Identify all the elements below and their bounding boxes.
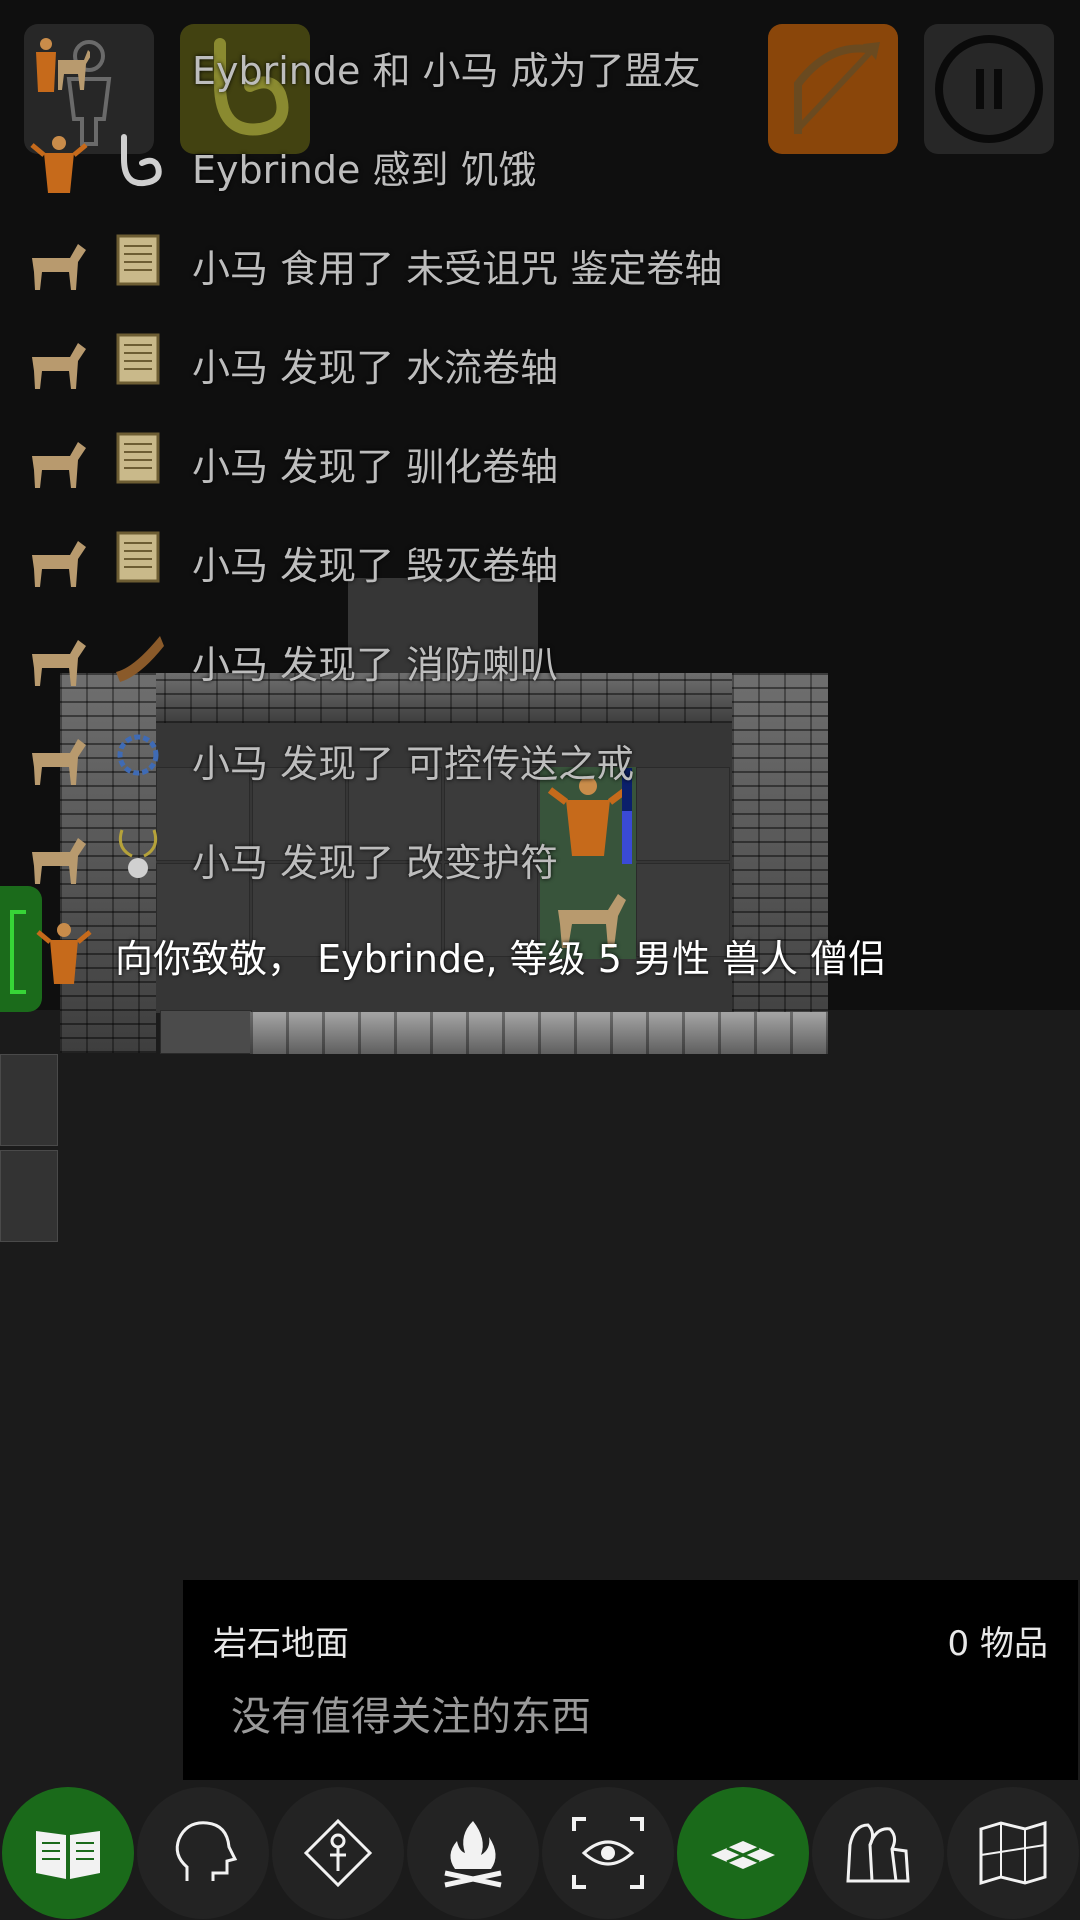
pony-icon (32, 442, 86, 488)
log-message: Eybrinde 和 小马 成为了盟友 (0, 12, 1080, 111)
room-wall-bottom (250, 1012, 828, 1054)
log-message: 小马 发现了 水流卷轴 (0, 309, 1080, 408)
doorway-tile[interactable] (160, 1010, 252, 1054)
monk-and-pony-icon (36, 38, 90, 92)
pony-icon (32, 739, 86, 785)
tile-name: 岩石地面 (213, 1624, 349, 1664)
chat-button[interactable] (137, 1787, 269, 1919)
pony-icon (32, 343, 86, 389)
left-floor-tile[interactable] (0, 1054, 58, 1146)
greeting-text: 向你致敬， Eybrinde, 等级 5 男性 兽人 僧侣 (115, 937, 887, 981)
log-message-text: 小马 发现了 毁灭卷轴 (192, 544, 559, 588)
journal-button[interactable] (2, 1787, 134, 1919)
pony-icon (32, 244, 86, 290)
floor-button[interactable] (677, 1787, 809, 1919)
log-greeting: 向你致敬， Eybrinde, 等级 5 男性 兽人 僧侣 (0, 900, 1080, 1000)
pray-button[interactable] (272, 1787, 404, 1919)
pony-icon (32, 640, 86, 686)
inventory-bags-icon (846, 1823, 910, 1883)
tile-description: 没有值得关注的东西 (231, 1694, 591, 1740)
left-floor-tile[interactable] (0, 1150, 58, 1242)
ring-icon (117, 734, 159, 776)
log-message-text: Eybrinde 和 小马 成为了盟友 (192, 49, 701, 93)
pony-icon (32, 838, 86, 884)
item-count: 0 物品 (947, 1624, 1048, 1664)
bottom-toolbar (0, 1785, 1080, 1920)
map-icon (979, 1820, 1047, 1886)
scroll-icon (116, 432, 160, 484)
head-icon (175, 1821, 238, 1881)
floor-tiles-icon (711, 1841, 775, 1869)
log-message-text: 小马 食用了 未受诅咒 鉴定卷轴 (192, 247, 723, 291)
log-message: 小马 发现了 消防喇叭 (0, 606, 1080, 705)
log-message-text: 小马 发现了 消防喇叭 (192, 643, 559, 687)
stomach-icon (121, 134, 162, 187)
log-message: 小马 食用了 未受诅咒 鉴定卷轴 (0, 210, 1080, 309)
log-message-text: 小马 发现了 驯化卷轴 (192, 445, 559, 489)
monk-icon (30, 136, 88, 193)
campfire-icon (444, 1821, 502, 1888)
log-message-text: 小马 发现了 改变护符 (192, 841, 559, 885)
horn-icon (116, 636, 164, 682)
scroll-icon (116, 234, 160, 286)
log-message: Eybrinde 感到 饥饿 (0, 111, 1080, 210)
log-message-text: 小马 发现了 水流卷轴 (192, 346, 559, 390)
inventory-button[interactable] (812, 1787, 944, 1919)
ankh-diamond-icon (303, 1818, 373, 1888)
rest-button[interactable] (407, 1787, 539, 1919)
log-message: 小马 发现了 改变护符 (0, 804, 1080, 903)
scroll-icon (116, 333, 160, 385)
eye-expand-icon (572, 1817, 644, 1889)
monk-icon (36, 923, 92, 984)
log-message-text: Eybrinde 感到 饥饿 (192, 148, 537, 192)
look-button[interactable] (542, 1787, 674, 1919)
log-message-text: 小马 发现了 可控传送之戒 (192, 742, 635, 786)
amulet-icon (118, 829, 158, 878)
scroll-icon (116, 531, 160, 583)
log-message: 小马 发现了 毁灭卷轴 (0, 507, 1080, 606)
book-icon (36, 1831, 100, 1879)
map-button[interactable] (947, 1787, 1079, 1919)
log-message: 小马 发现了 可控传送之戒 (0, 705, 1080, 804)
tile-info-panel[interactable]: 岩石地面 0 物品 没有值得关注的东西 (183, 1580, 1078, 1780)
pony-icon (32, 541, 86, 587)
log-message: 小马 发现了 驯化卷轴 (0, 408, 1080, 507)
